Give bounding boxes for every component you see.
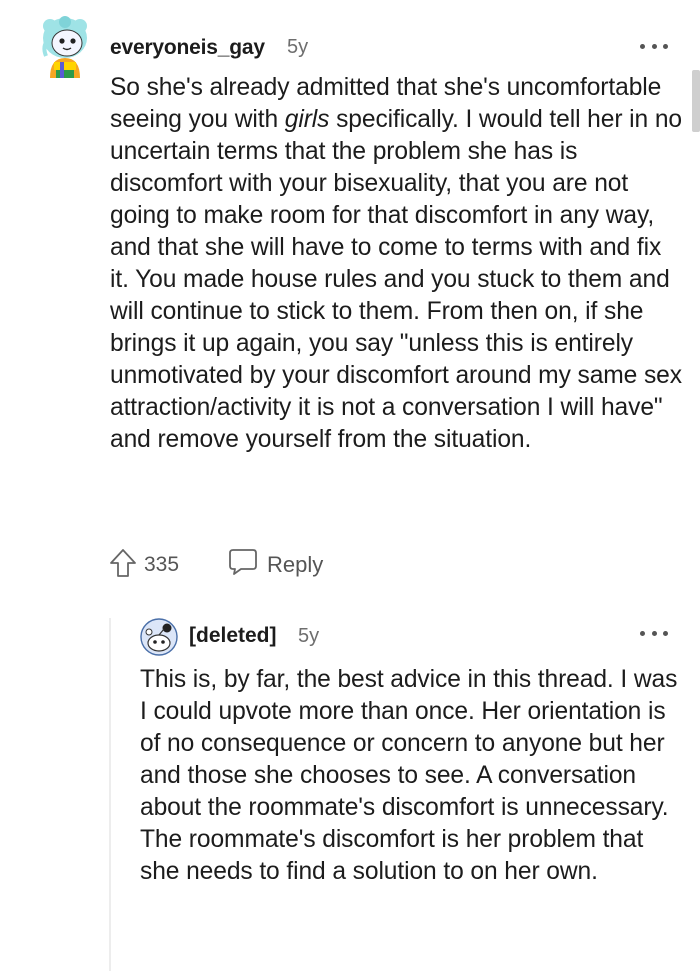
scrollbar[interactable]	[692, 70, 700, 132]
comment-body: So she's already admitted that she's unc…	[110, 74, 682, 453]
comment-emphasis: girls	[284, 106, 330, 133]
reply-timestamp: 5y	[298, 625, 320, 647]
comment-username[interactable]: everyoneis_gay	[110, 36, 265, 60]
reply-label: Reply	[267, 552, 324, 577]
more-options-icon[interactable]	[640, 628, 668, 638]
upvote-button[interactable]: 335	[108, 547, 179, 584]
reply-username[interactable]: [deleted]	[189, 624, 277, 648]
chat-bubble-icon	[227, 547, 259, 583]
deleted-user-avatar-icon[interactable]	[140, 618, 178, 656]
thread-line[interactable]	[109, 618, 111, 971]
upvote-arrow-icon[interactable]	[108, 547, 138, 584]
snoo-avatar-icon[interactable]	[36, 16, 94, 78]
upvote-count: 335	[144, 553, 180, 576]
reply-body: This is, by far, the best advice in this…	[140, 666, 678, 885]
reply-button[interactable]: Reply	[227, 547, 323, 583]
more-options-icon[interactable]	[640, 41, 668, 51]
comment-timestamp: 5y	[287, 36, 309, 58]
comment-actions: 335 Reply	[108, 545, 323, 585]
